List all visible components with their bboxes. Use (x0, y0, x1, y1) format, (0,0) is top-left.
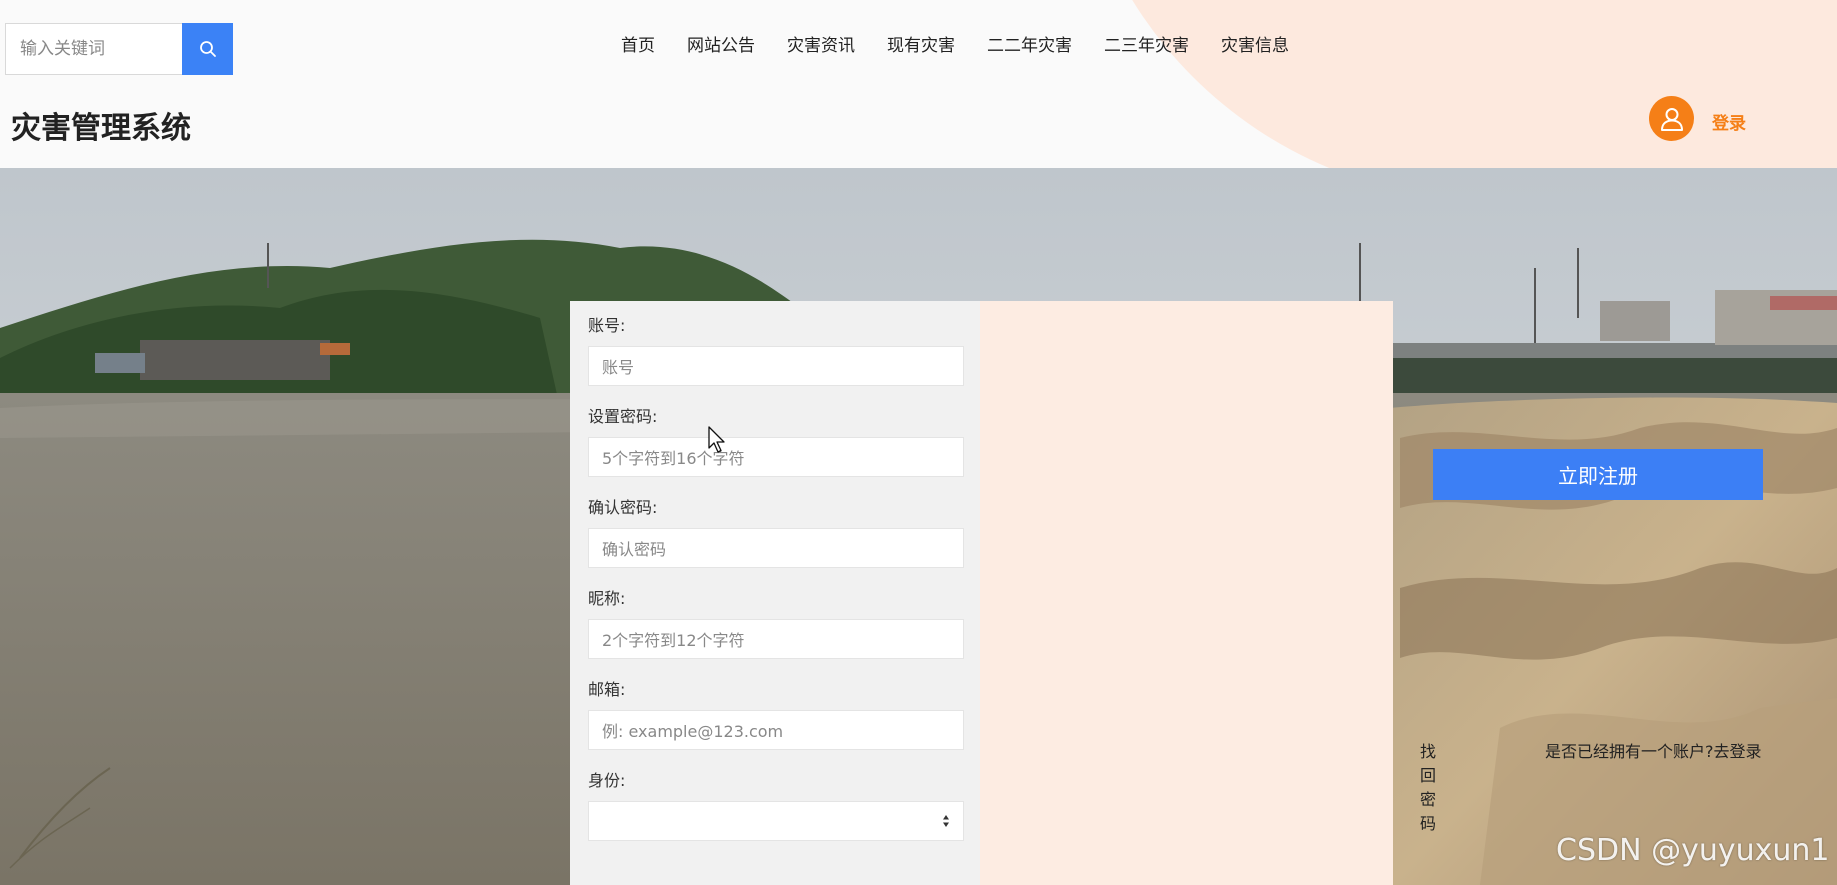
account-label: 账号: (588, 316, 626, 335)
register-panel: 账号: 账号 设置密码: 5个字符到16个字符 确认密码: 确认密码 昵称: 2… (570, 301, 1763, 885)
role-select[interactable] (588, 801, 964, 841)
header-decoration (1070, 0, 1837, 168)
nav-item-home[interactable]: 首页 (605, 28, 671, 59)
nav-item-disaster-news[interactable]: 灾害资讯 (771, 28, 871, 59)
forgot-password-link[interactable]: 找回密码 (1420, 738, 1436, 834)
nav-item-announcements[interactable]: 网站公告 (671, 28, 771, 59)
nav-item-current-disasters[interactable]: 现有灾害 (871, 28, 971, 59)
mouse-cursor-icon (708, 426, 725, 453)
user-avatar[interactable] (1649, 96, 1694, 141)
confirm-password-input[interactable]: 确认密码 (588, 528, 964, 568)
email-input[interactable]: 例: example@123.com (588, 710, 964, 750)
role-label: 身份: (588, 771, 626, 790)
nav-item-2022-disasters[interactable]: 二二年灾害 (971, 28, 1088, 59)
user-icon (1660, 107, 1683, 131)
nav-item-2023-disasters[interactable]: 二三年灾害 (1088, 28, 1205, 59)
watermark-text: CSDN @yuyuxun1 (1556, 833, 1830, 868)
account-input[interactable]: 账号 (588, 346, 964, 386)
register-actions: 立即注册 找回密码 是否已经拥有一个账户?去登录 (980, 301, 1763, 885)
register-form: 账号: 账号 设置密码: 5个字符到16个字符 确认密码: 确认密码 昵称: 2… (570, 301, 980, 885)
email-label: 邮箱: (588, 680, 626, 699)
search-bar (5, 23, 233, 75)
login-link[interactable]: 登录 (1712, 109, 1746, 134)
search-input[interactable] (6, 24, 182, 74)
main-nav: 首页 网站公告 灾害资讯 现有灾害 二二年灾害 二三年灾害 灾害信息 (605, 28, 1305, 59)
confirm-password-label: 确认密码: (588, 498, 658, 517)
search-icon (199, 41, 216, 57)
site-title: 灾害管理系统 (11, 111, 191, 146)
register-button[interactable]: 立即注册 (1433, 449, 1763, 500)
password-label: 设置密码: (588, 407, 658, 426)
nickname-input[interactable]: 2个字符到12个字符 (588, 619, 964, 659)
search-button[interactable] (182, 23, 233, 75)
nav-item-disaster-info[interactable]: 灾害信息 (1205, 28, 1305, 59)
password-input[interactable]: 5个字符到16个字符 (588, 437, 964, 477)
go-login-link[interactable]: 是否已经拥有一个账户?去登录 (1545, 738, 1762, 762)
nickname-label: 昵称: (588, 589, 626, 608)
select-arrows-icon (943, 815, 949, 827)
site-header: 首页 网站公告 灾害资讯 现有灾害 二二年灾害 二三年灾害 灾害信息 灾害管理系… (0, 0, 1837, 168)
